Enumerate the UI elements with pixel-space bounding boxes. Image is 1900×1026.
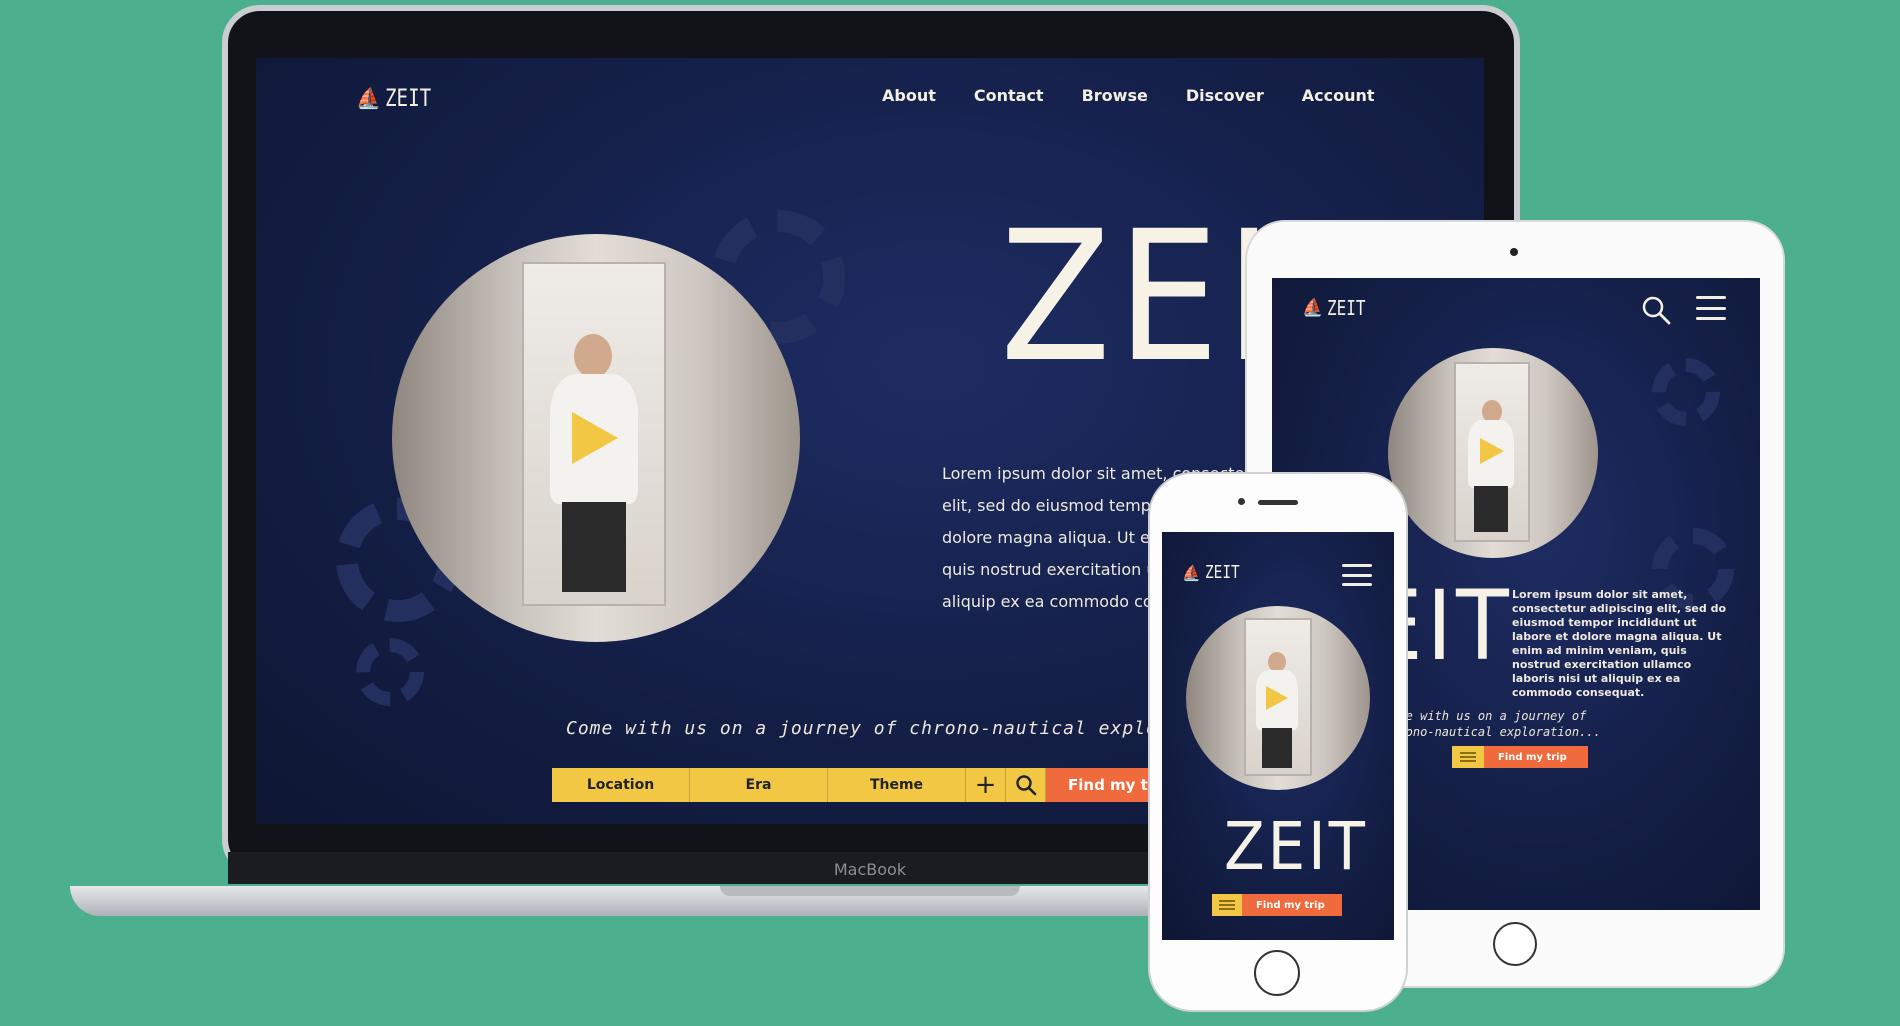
hero-tagline: Come with us on a journey of chrono-naut… bbox=[1384, 709, 1601, 739]
find-trip-button[interactable]: Find my trip bbox=[1242, 894, 1342, 916]
phone-home-button[interactable] bbox=[1254, 950, 1300, 996]
person-legs bbox=[562, 502, 626, 592]
site-logo[interactable]: ⛵ ZEIT bbox=[1182, 562, 1248, 583]
hero-video[interactable] bbox=[392, 234, 800, 642]
trip-search-bar: Location Era Theme + Find my t bbox=[552, 768, 1216, 802]
nav-browse[interactable]: Browse bbox=[1082, 86, 1148, 105]
play-icon[interactable] bbox=[1266, 686, 1288, 710]
play-icon[interactable] bbox=[1480, 438, 1504, 464]
ship-icon: ⛵ bbox=[1182, 563, 1201, 582]
tablet-home-button[interactable] bbox=[1493, 922, 1537, 966]
hero-video[interactable] bbox=[1186, 606, 1370, 790]
nav-about[interactable]: About bbox=[882, 86, 936, 105]
tablet-camera bbox=[1510, 248, 1518, 256]
location-select[interactable]: Location bbox=[552, 768, 690, 802]
filter-lines-icon bbox=[1219, 900, 1235, 910]
hero-title: ZEIT bbox=[1224, 808, 1368, 885]
person-legs bbox=[1474, 486, 1508, 532]
filter-button[interactable] bbox=[1452, 746, 1484, 768]
nav-discover[interactable]: Discover bbox=[1186, 86, 1264, 105]
era-select[interactable]: Era bbox=[690, 768, 828, 802]
phone-website-screen: ⛵ ZEIT ZEIT Find my trip bbox=[1162, 532, 1394, 940]
hamburger-menu-icon[interactable] bbox=[1696, 296, 1726, 320]
hamburger-menu-icon[interactable] bbox=[1342, 564, 1372, 586]
play-icon[interactable] bbox=[572, 412, 618, 464]
macbook-label: MacBook bbox=[833, 860, 907, 879]
find-trip-button[interactable]: Find my trip bbox=[1484, 746, 1588, 768]
search-icon[interactable] bbox=[1640, 294, 1672, 326]
filter-lines-icon bbox=[1460, 752, 1476, 762]
phone-speaker bbox=[1258, 500, 1298, 505]
gear-icon bbox=[1652, 358, 1720, 426]
hero-video[interactable] bbox=[1388, 348, 1598, 558]
nav-account[interactable]: Account bbox=[1302, 86, 1375, 105]
filter-button[interactable] bbox=[1212, 894, 1242, 916]
site-logo[interactable]: ⛵ ZEIT bbox=[1302, 296, 1375, 320]
logo-text: ZEIT bbox=[1204, 562, 1240, 583]
nav-contact[interactable]: Contact bbox=[974, 86, 1044, 105]
plus-icon[interactable]: + bbox=[966, 768, 1006, 802]
gear-icon bbox=[356, 638, 424, 706]
logo-text: ZEIT bbox=[1327, 296, 1366, 320]
hero-description: Lorem ipsum dolor sit amet, consectetur … bbox=[1512, 588, 1726, 699]
logo-text: ZEIT bbox=[384, 84, 432, 112]
main-nav: About Contact Browse Discover Account bbox=[882, 86, 1375, 105]
ship-icon: ⛵ bbox=[1302, 298, 1324, 318]
trip-search-bar: Find my trip bbox=[1452, 746, 1588, 768]
ship-icon: ⛵ bbox=[356, 86, 381, 110]
person-head bbox=[1268, 652, 1286, 672]
phone-camera bbox=[1238, 498, 1245, 505]
person-legs bbox=[1262, 728, 1292, 768]
trip-search-bar: Find my trip bbox=[1212, 894, 1342, 916]
hero-tagline: Come with us on a journey of chrono-naut… bbox=[566, 718, 1229, 739]
person-head bbox=[574, 334, 612, 378]
laptop-notch bbox=[720, 886, 1020, 896]
search-icon bbox=[1015, 775, 1036, 796]
site-logo[interactable]: ⛵ ZEIT bbox=[356, 84, 443, 112]
search-button[interactable] bbox=[1006, 768, 1046, 802]
theme-select[interactable]: Theme bbox=[828, 768, 966, 802]
